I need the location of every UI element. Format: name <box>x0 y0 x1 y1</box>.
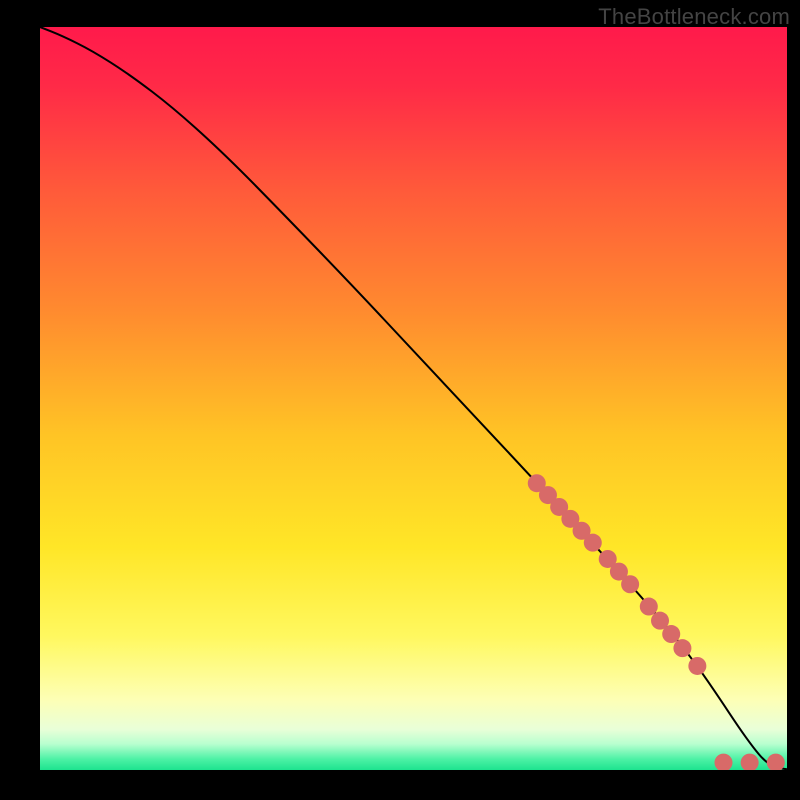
data-marker <box>640 598 658 616</box>
watermark-label: TheBottleneck.com <box>598 4 790 30</box>
data-marker <box>673 639 691 657</box>
plot-box <box>40 27 787 770</box>
data-marker <box>688 657 706 675</box>
chart-stage: TheBottleneck.com <box>0 0 800 800</box>
gradient-background <box>40 27 787 770</box>
data-marker <box>662 625 680 643</box>
plot-svg <box>40 27 787 770</box>
data-marker <box>621 575 639 593</box>
data-marker <box>584 534 602 552</box>
